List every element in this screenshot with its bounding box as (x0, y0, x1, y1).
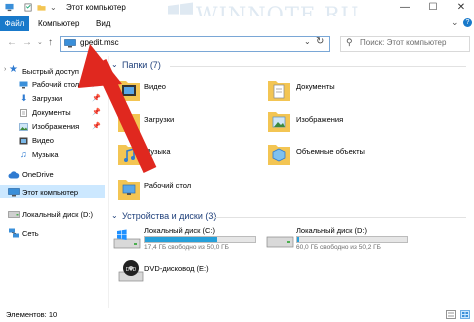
status-bar (0, 308, 474, 322)
details-view-icon[interactable] (446, 310, 456, 319)
red-arrow-annotation (78, 44, 157, 173)
status-item-count: Элементов: 10 (6, 310, 58, 319)
large-icons-view-icon[interactable] (460, 310, 470, 319)
